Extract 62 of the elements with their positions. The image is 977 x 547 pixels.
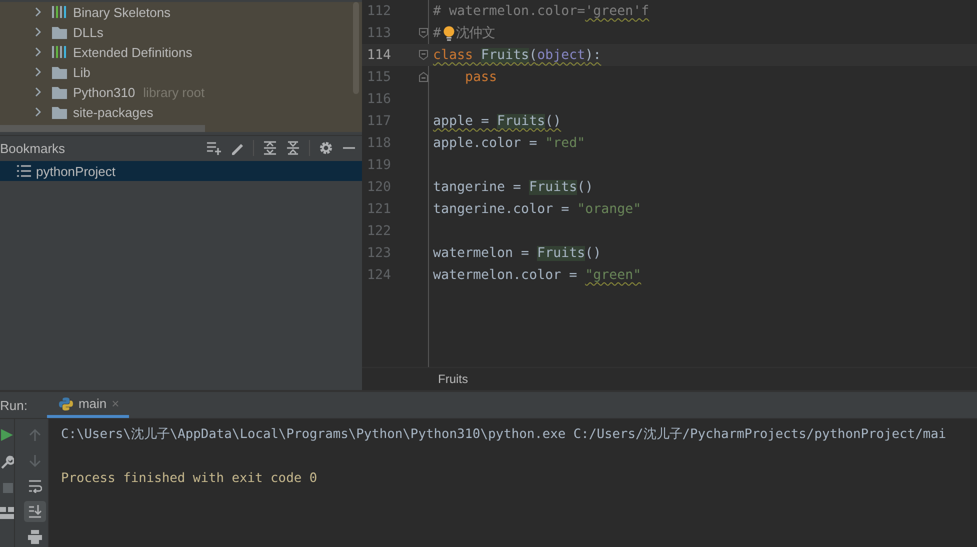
code-line: apple.color = "red" [432, 136, 586, 150]
scrollbar[interactable] [0, 125, 205, 132]
add-list-icon[interactable] [207, 141, 221, 155]
library-icon [52, 5, 67, 19]
code-line: apple = Fruits() [432, 114, 562, 128]
line-number: 118 [366, 136, 391, 150]
expand-all-icon[interactable] [263, 141, 277, 155]
line-number: 114 [366, 48, 391, 62]
python-logo-icon [59, 396, 74, 410]
printer-icon[interactable] [28, 530, 42, 544]
code-line: watermelon.color = "green" [432, 268, 642, 282]
console-output-line: Process finished with exit code 0 [61, 470, 318, 488]
code-line: pass [464, 70, 498, 84]
line-number: 121 [366, 202, 391, 216]
panel-title: Run: [0, 396, 28, 414]
tree-item[interactable]: DLLs [73, 24, 104, 40]
code-line: tangerine = Fruits() [432, 180, 594, 194]
line-number: 113 [366, 26, 391, 40]
code-line: watermelon = Fruits() [432, 246, 602, 260]
scrollbar[interactable] [353, 2, 359, 94]
lightbulb-icon[interactable] [443, 26, 456, 40]
folder-icon [52, 106, 67, 118]
line-number: 116 [366, 92, 391, 106]
breadcrumb[interactable]: Fruits [438, 372, 468, 386]
fold-marker-icon[interactable] [419, 28, 428, 38]
wrench-icon[interactable] [0, 455, 14, 469]
pencil-icon[interactable] [230, 141, 244, 155]
line-number: 123 [366, 246, 391, 260]
line-number: 112 [366, 4, 391, 18]
layout-icon[interactable] [0, 507, 14, 519]
line-number: 124 [366, 268, 391, 282]
tree-item[interactable]: Python310 [73, 84, 136, 100]
tree-item[interactable]: Lib [73, 64, 90, 80]
run-icon[interactable] [0, 428, 14, 442]
library-icon [52, 45, 67, 59]
code-line: tangerine.color = "orange" [432, 202, 642, 216]
line-number: 115 [366, 70, 391, 84]
soft-wrap-icon[interactable] [28, 479, 42, 494]
collapse-all-icon[interactable] [286, 141, 300, 155]
line-number: 117 [366, 114, 391, 128]
code-line: # 沈仲文 [432, 24, 496, 42]
tree-item[interactable]: Extended Definitions [73, 44, 192, 60]
line-number: 120 [366, 180, 391, 194]
tree-item[interactable]: Binary Skeletons [73, 4, 171, 20]
tree-item[interactable]: site-packages [73, 104, 154, 120]
code-line: class Fruits(object): [432, 48, 602, 62]
bookmark-label: pythonProject [36, 164, 116, 178]
line-number: 122 [366, 224, 391, 238]
folder-icon [52, 26, 67, 38]
folder-icon [52, 86, 67, 98]
fold-marker-icon[interactable] [419, 50, 428, 60]
bookmark-list-item[interactable]: pythonProject [0, 161, 362, 181]
console-output-line: C:\Users\沈儿子\AppData\Local\Programs\Python\Python310\python.exe C:/Users/沈儿子/PycharmProjects/pythonProject/mai [61, 426, 948, 444]
list-icon [17, 165, 31, 177]
code-line: # watermelon.color='green'f [432, 4, 650, 18]
tab-label: main [78, 396, 107, 411]
folder-icon [52, 66, 67, 78]
line-number: 119 [366, 158, 391, 172]
panel-title: Bookmarks [0, 140, 66, 156]
scroll-to-end-icon[interactable] [28, 504, 42, 518]
fold-marker-icon[interactable] [419, 72, 428, 82]
settings-icon[interactable] [319, 141, 333, 155]
